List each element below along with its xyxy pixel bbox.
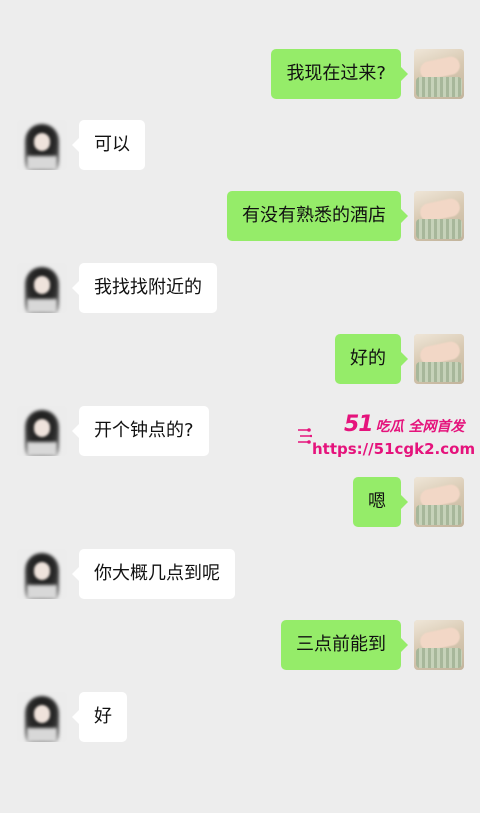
- message-bubble-outgoing[interactable]: 三点前能到: [281, 620, 408, 670]
- message-row-outgoing: 三点前能到: [0, 620, 480, 670]
- watermark-name: 吃瓜 全网首发: [375, 419, 465, 435]
- message-bubble-outgoing[interactable]: 嗯: [353, 477, 408, 527]
- message-bubble-outgoing[interactable]: 有没有熟悉的酒店: [227, 191, 408, 241]
- message-bubble-outgoing[interactable]: 我现在过来?: [271, 49, 408, 99]
- photo-avatar-icon[interactable]: [414, 620, 464, 670]
- blurred-avatar-icon[interactable]: [17, 263, 67, 313]
- watermark-brand: 51 吃瓜 全网首发: [344, 412, 465, 437]
- chat-history: 我现在过来? 可以 有没有熟悉的酒店 我找找附近的 好的 开个钟点的? 嗯 你大…: [0, 0, 480, 813]
- message-bubble-incoming[interactable]: 你大概几点到呢: [72, 549, 235, 599]
- watermark-number: 51: [344, 412, 374, 437]
- message-bubble-incoming[interactable]: 我找找附近的: [72, 263, 217, 313]
- message-bubble-outgoing[interactable]: 好的: [335, 334, 408, 384]
- photo-avatar-icon[interactable]: [414, 477, 464, 527]
- message-bubble-incoming[interactable]: 可以: [72, 120, 145, 170]
- photo-avatar-icon[interactable]: [414, 334, 464, 384]
- message-row-outgoing: 嗯: [0, 477, 480, 527]
- message-bubble-incoming[interactable]: 开个钟点的?: [72, 406, 209, 456]
- photo-avatar-icon[interactable]: [414, 49, 464, 99]
- circuit-decoration-icon: [298, 428, 312, 444]
- watermark: 51 吃瓜 全网首发 https://51cgk2.com: [298, 412, 480, 464]
- message-row-incoming: 可以: [0, 120, 480, 170]
- message-row-incoming: 好: [0, 692, 480, 742]
- blurred-avatar-icon[interactable]: [17, 549, 67, 599]
- message-row-outgoing: 我现在过来?: [0, 49, 480, 99]
- message-row-outgoing: 有没有熟悉的酒店: [0, 191, 480, 241]
- photo-avatar-icon[interactable]: [414, 191, 464, 241]
- watermark-url: https://51cgk2.com: [312, 440, 476, 458]
- message-row-incoming: 我找找附近的: [0, 263, 480, 313]
- message-bubble-incoming[interactable]: 好: [72, 692, 127, 742]
- message-row-outgoing: 好的: [0, 334, 480, 384]
- blurred-avatar-icon[interactable]: [17, 120, 67, 170]
- blurred-avatar-icon[interactable]: [17, 406, 67, 456]
- message-row-incoming: 你大概几点到呢: [0, 549, 480, 599]
- blurred-avatar-icon[interactable]: [17, 692, 67, 742]
